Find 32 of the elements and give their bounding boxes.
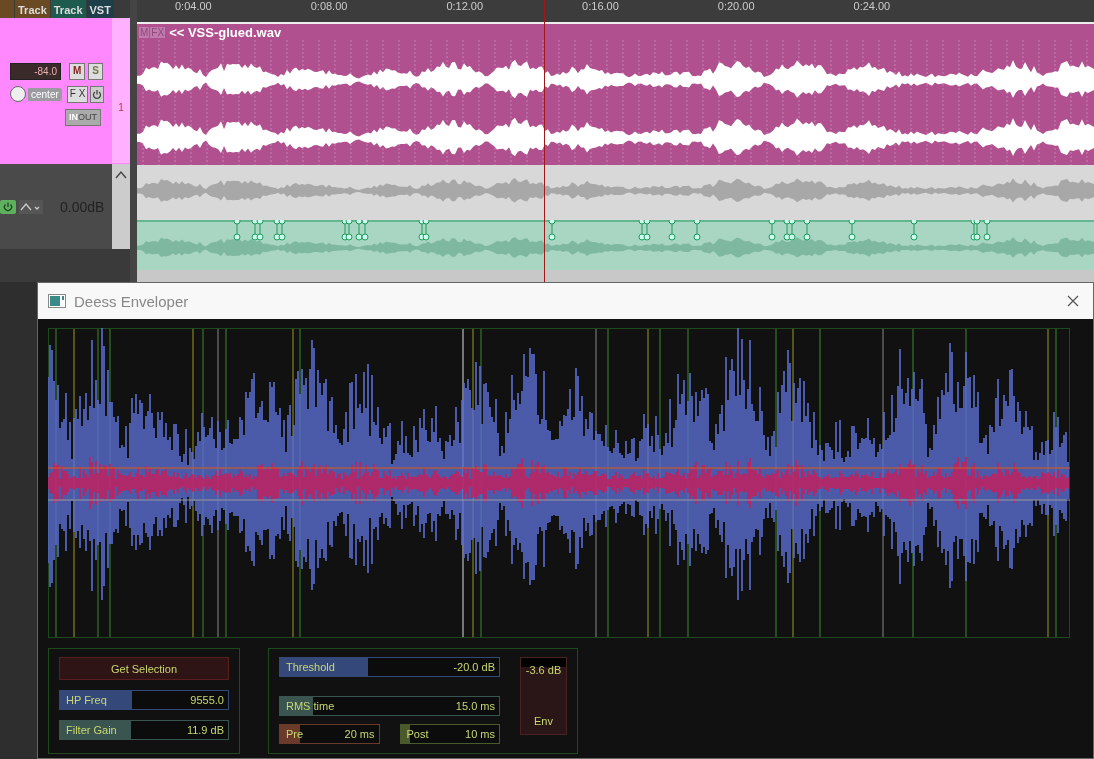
slider[interactable]: Post 10 ms — [399, 724, 500, 744]
time-label: 0:16.00 — [582, 0, 619, 12]
toolbar-tab[interactable]: Track — [50, 0, 86, 18]
power-icon[interactable] — [90, 85, 105, 103]
volume-display: -84.0 — [10, 62, 61, 80]
close-icon[interactable] — [1067, 295, 1079, 307]
clip-name: << VSS-glued.wav — [169, 24, 282, 40]
time-label: 0:20.00 — [717, 0, 755, 12]
time-label: 0:04.00 — [175, 0, 212, 12]
time-label: 0:08.00 — [310, 0, 348, 12]
envelope-meter: -3.6 dB Env — [520, 657, 567, 735]
power-button[interactable] — [0, 199, 16, 214]
toolbar-tab[interactable]: Track — [15, 0, 50, 18]
time-label: 0:12.00 — [446, 0, 484, 12]
timeline-ruler[interactable]: 0:04.00 0:08.00 0:12.00 0:16.00 0:20.00 0:24.00 — [137, 0, 1094, 24]
slider[interactable]: RMS time 15.0 ms — [279, 696, 500, 716]
get-selection-button[interactable]: Get Selection — [59, 657, 229, 680]
slider[interactable]: Threshold -20.0 dB — [279, 657, 500, 677]
input-output-button[interactable]: INOUT — [65, 108, 101, 126]
envelope-icon[interactable] — [115, 170, 127, 180]
time-label: 0:24.00 — [853, 0, 891, 12]
window-title: Deess Enveloper — [74, 292, 190, 310]
window-icon — [48, 294, 66, 308]
slider[interactable]: HP Freq 9555.0 — [59, 690, 229, 710]
scrollbar[interactable] — [130, 0, 137, 282]
mute-button[interactable]: M — [69, 62, 86, 80]
track-number: 1 — [118, 102, 124, 114]
pan-knob[interactable] — [10, 86, 26, 102]
fx-button[interactable]: F X — [66, 85, 89, 103]
envelope-mode-icon[interactable] — [19, 199, 43, 214]
slider[interactable]: Filter Gain 11.9 dB — [59, 720, 229, 740]
toolbar-tab[interactable]: VST — [86, 0, 114, 18]
